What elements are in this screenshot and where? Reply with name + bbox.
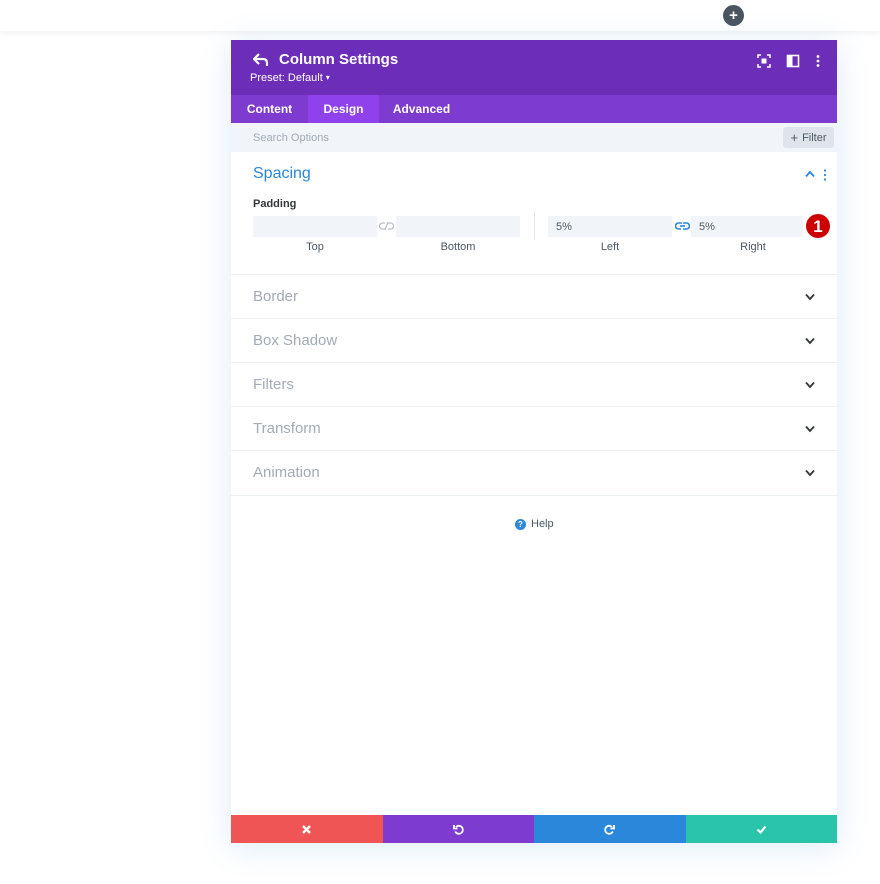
help-label: Help (531, 518, 554, 530)
help-icon: ? (515, 518, 526, 530)
padding-top-caption: Top (306, 241, 324, 253)
column-settings-modal: Column Settings Preset: Default ▾ Content… (231, 40, 837, 843)
group-title: Border (253, 288, 299, 305)
group-title: Transform (253, 420, 321, 437)
group-border[interactable]: Border (231, 274, 837, 319)
more-vertical-icon[interactable] (823, 169, 827, 181)
chevron-down-icon (805, 337, 815, 345)
padding-left-input[interactable] (548, 216, 672, 237)
search-bar: + Filter (231, 123, 837, 152)
plus-icon: + (790, 130, 799, 145)
spacing-section-title[interactable]: Spacing (253, 165, 311, 183)
padding-bottom-input[interactable] (396, 216, 520, 237)
group-title: Filters (253, 376, 294, 393)
step-number-badge: 1 (806, 214, 830, 238)
padding-bottom-caption: Bottom (440, 241, 476, 253)
builder-top-bar: + (0, 0, 880, 31)
chevron-down-icon (805, 425, 815, 433)
more-vertical-icon[interactable] (811, 54, 825, 68)
cancel-button[interactable] (231, 815, 383, 843)
redo-button[interactable] (534, 815, 686, 843)
tab-design[interactable]: Design (308, 95, 379, 123)
chevron-down-icon (805, 293, 815, 301)
padding-divider (534, 212, 535, 240)
padding-top-input[interactable] (253, 216, 377, 237)
settings-tabs: Content Design Advanced (231, 95, 837, 123)
modal-footer (231, 815, 837, 843)
group-animation[interactable]: Animation (231, 450, 837, 496)
group-title: Box Shadow (253, 332, 338, 349)
fullscreen-icon[interactable] (757, 54, 771, 68)
filter-button[interactable]: + Filter (783, 127, 834, 148)
undo-button[interactable] (382, 815, 534, 843)
padding-left-caption: Left (600, 241, 620, 253)
search-options-input[interactable] (231, 123, 771, 152)
link-toggle-icon[interactable] (379, 221, 394, 231)
plus-icon: + (729, 7, 738, 24)
chevron-down-icon (805, 381, 815, 389)
chevron-up-icon[interactable] (805, 170, 815, 178)
preset-label: Preset: Default (250, 72, 323, 84)
group-transform[interactable]: Transform (231, 406, 837, 451)
tab-advanced[interactable]: Advanced (379, 95, 464, 123)
caret-down-icon: ▾ (325, 73, 330, 82)
link-active-icon[interactable] (675, 221, 690, 231)
group-title: Animation (253, 464, 320, 481)
save-button[interactable] (685, 815, 837, 843)
tab-content[interactable]: Content (231, 95, 308, 123)
undo-icon (452, 824, 464, 835)
chevron-down-icon (805, 469, 815, 477)
group-filters[interactable]: Filters (231, 362, 837, 407)
redo-icon (604, 824, 616, 835)
back-icon[interactable] (253, 53, 269, 67)
check-icon (756, 825, 767, 834)
modal-title: Column Settings (279, 51, 399, 68)
add-section-button[interactable]: + (723, 5, 744, 26)
group-box-shadow[interactable]: Box Shadow (231, 318, 837, 363)
padding-right-input[interactable] (691, 216, 803, 237)
padding-right-caption: Right (740, 241, 766, 253)
split-view-icon[interactable] (786, 54, 800, 68)
modal-header: Column Settings Preset: Default ▾ (231, 40, 837, 95)
close-icon (302, 824, 312, 834)
filter-label: Filter (802, 131, 827, 144)
help-link[interactable]: ? Help (515, 518, 554, 530)
preset-selector[interactable]: Preset: Default ▾ (250, 72, 330, 84)
padding-label: Padding (253, 198, 297, 210)
